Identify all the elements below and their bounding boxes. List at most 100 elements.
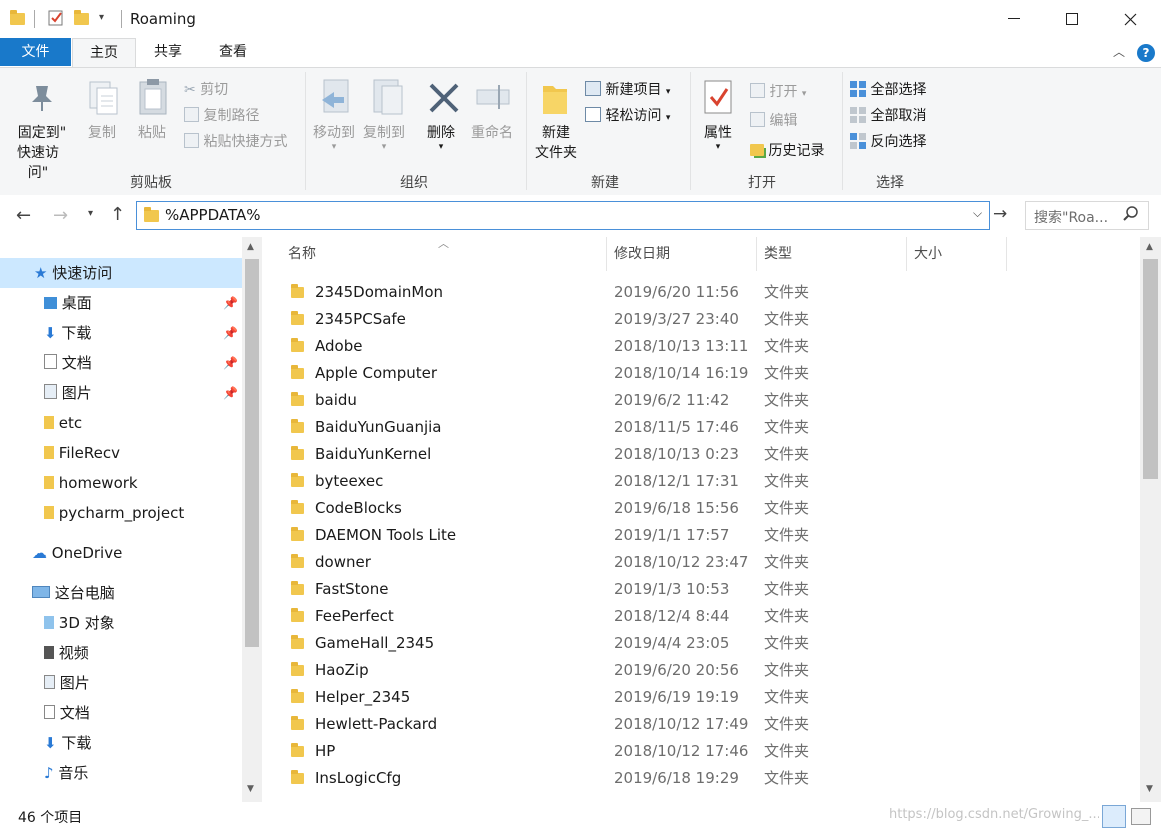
tab-share[interactable]: 共享	[141, 38, 195, 66]
table-row[interactable]: downer 2018/10/12 23:47 文件夹	[287, 549, 1007, 576]
tab-file[interactable]: 文件	[0, 38, 71, 66]
delete-button[interactable]: 删除 ▾	[427, 122, 455, 152]
table-row[interactable]: byteexec 2018/12/1 17:31 文件夹	[287, 468, 1007, 495]
scroll-down-arrow-icon[interactable]: ▼	[247, 784, 254, 794]
table-row[interactable]: HaoZip 2019/6/20 20:56 文件夹	[287, 657, 1007, 684]
copy-to-button[interactable]: 复制到 ▾	[363, 122, 405, 152]
minimize-button[interactable]	[985, 0, 1043, 38]
table-row[interactable]: Adobe 2018/10/13 13:11 文件夹	[287, 333, 1007, 360]
large-icons-view-icon[interactable]	[1131, 808, 1151, 825]
nav-item-music[interactable]: ♪ 音乐	[44, 758, 88, 788]
easy-access-button[interactable]: 轻松访问 ▾	[585, 105, 670, 125]
table-row[interactable]: Hewlett-Packard 2018/10/12 17:49 文件夹	[287, 711, 1007, 738]
new-item-button[interactable]: 新建项目 ▾	[585, 79, 670, 99]
collapse-ribbon-chevron-icon[interactable]: ︿	[1113, 43, 1125, 60]
nav-this-pc[interactable]: 这台电脑	[32, 578, 115, 608]
tab-home[interactable]: 主页	[72, 38, 136, 67]
details-view-icon[interactable]	[1102, 805, 1126, 828]
address-bar[interactable]: %APPDATA% ⌵	[136, 201, 990, 230]
help-icon[interactable]: ?	[1137, 44, 1155, 62]
rename-button[interactable]: 重命名	[471, 122, 513, 142]
scroll-up-arrow-icon[interactable]: ▲	[1146, 242, 1153, 252]
table-row[interactable]: 2345DomainMon 2019/6/20 11:56 文件夹	[287, 279, 1007, 306]
address-dropdown-chevron-icon[interactable]: ⌵	[973, 206, 982, 221]
select-none-button[interactable]: 全部取消	[850, 105, 926, 125]
nav-item-downloads[interactable]: ⬇ 下载	[44, 318, 91, 348]
scroll-up-arrow-icon[interactable]: ▲	[247, 242, 254, 252]
nav-item-etc[interactable]: etc	[44, 408, 82, 438]
cut-button[interactable]: ✂ 剪切	[184, 79, 228, 99]
nav-onedrive[interactable]: ☁ OneDrive	[32, 538, 122, 568]
nav-quick-access[interactable]: ★ 快速访问	[34, 258, 112, 288]
nav-item-pc-documents[interactable]: 文档	[44, 698, 90, 728]
history-button[interactable]: 历史记录	[750, 140, 824, 160]
file-name: Adobe	[315, 337, 363, 355]
nav-item-homework[interactable]: homework	[44, 468, 138, 498]
properties-button[interactable]: 属性 ▾	[704, 122, 732, 152]
forward-arrow-icon[interactable]: →	[53, 205, 68, 226]
up-arrow-icon[interactable]: ↑	[110, 204, 125, 225]
copy-path-button[interactable]: 复制路径	[184, 105, 259, 125]
file-list-scroll-thumb[interactable]	[1143, 259, 1158, 479]
nav-item-filerecv[interactable]: FileRecv	[44, 438, 120, 468]
maximize-button[interactable]	[1043, 0, 1101, 38]
table-row[interactable]: Apple Computer 2018/10/14 16:19 文件夹	[287, 360, 1007, 387]
nav-item-pc-pictures[interactable]: 图片	[44, 668, 90, 698]
search-input[interactable]: 搜索"Roa...	[1025, 201, 1149, 230]
column-header-type[interactable]: 类型	[764, 237, 792, 271]
table-row[interactable]: HP 2018/10/12 17:46 文件夹	[287, 738, 1007, 765]
column-header-size[interactable]: 大小	[914, 237, 942, 271]
copy-button[interactable]: 复制	[88, 122, 116, 142]
table-row[interactable]: Helper_2345 2019/6/19 19:19 文件夹	[287, 684, 1007, 711]
scroll-down-arrow-icon[interactable]: ▼	[1146, 784, 1153, 794]
file-date: 2018/10/12 17:46	[614, 742, 749, 760]
table-row[interactable]: BaiduYunKernel 2018/10/13 0:23 文件夹	[287, 441, 1007, 468]
paste-shortcut-button[interactable]: 粘贴快捷方式	[184, 131, 287, 151]
column-header-name[interactable]: 名称	[288, 237, 316, 271]
new-folder-quick-icon[interactable]	[74, 9, 90, 27]
nav-item-desktop[interactable]: 桌面	[44, 288, 92, 318]
item-count: 46 个项目	[18, 810, 83, 826]
new-folder-button[interactable]: 新建 文件夹	[533, 122, 579, 162]
move-to-button[interactable]: 移动到 ▾	[313, 122, 355, 152]
table-row[interactable]: DAEMON Tools Lite 2019/1/1 17:57 文件夹	[287, 522, 1007, 549]
file-list-scrollbar[interactable]: ▲ ▼	[1140, 237, 1161, 802]
paste-shortcut-icon	[184, 133, 199, 148]
file-date: 2019/6/20 11:56	[614, 283, 739, 301]
table-row[interactable]: BaiduYunGuanjia 2018/11/5 17:46 文件夹	[287, 414, 1007, 441]
pin-icon[interactable]: 📌	[223, 356, 238, 370]
table-row[interactable]: 2345PCSafe 2019/3/27 23:40 文件夹	[287, 306, 1007, 333]
nav-item-pycharm-project[interactable]: pycharm_project	[44, 498, 184, 528]
table-row[interactable]: FastStone 2019/1/3 10:53 文件夹	[287, 576, 1007, 603]
go-arrow-icon[interactable]: →	[993, 204, 1007, 224]
open-button[interactable]: 打开 ▾	[750, 81, 806, 101]
pin-icon[interactable]: 📌	[223, 296, 238, 310]
nav-item-pc-downloads[interactable]: ⬇ 下载	[44, 728, 91, 758]
table-row[interactable]: FeePerfect 2018/12/4 8:44 文件夹	[287, 603, 1007, 630]
pin-icon[interactable]: 📌	[223, 326, 238, 340]
nav-scrollbar[interactable]: ▲ ▼	[242, 237, 262, 802]
pin-icon[interactable]: 📌	[223, 386, 238, 400]
paste-button[interactable]: 粘贴	[138, 122, 166, 142]
pin-to-quick-access-button[interactable]: 固定到" 快速访问"	[17, 122, 67, 182]
nav-item-videos[interactable]: 视频	[44, 638, 89, 668]
invert-selection-button[interactable]: 反向选择	[850, 131, 926, 151]
back-arrow-icon[interactable]: ←	[16, 205, 31, 226]
customize-toolbar-chevron-icon[interactable]: ▾	[99, 12, 115, 30]
table-row[interactable]: baidu 2019/6/2 11:42 文件夹	[287, 387, 1007, 414]
nav-item-3d-objects[interactable]: 3D 对象	[44, 608, 115, 638]
nav-item-pictures[interactable]: 图片	[44, 378, 92, 408]
tab-view[interactable]: 查看	[206, 38, 260, 66]
table-row[interactable]: GameHall_2345 2019/4/4 23:05 文件夹	[287, 630, 1007, 657]
table-row[interactable]: InsLogicCfg 2019/6/18 19:29 文件夹	[287, 765, 1007, 792]
edit-button[interactable]: 编辑	[750, 110, 797, 130]
table-row[interactable]: CodeBlocks 2019/6/18 15:56 文件夹	[287, 495, 1007, 522]
properties-checkbox-icon[interactable]	[48, 9, 64, 27]
nav-item-documents[interactable]: 文档	[44, 348, 92, 378]
column-header-date[interactable]: 修改日期	[614, 237, 670, 271]
search-placeholder: 搜索"Roa...	[1034, 210, 1109, 226]
select-all-button[interactable]: 全部选择	[850, 79, 926, 99]
nav-scroll-thumb[interactable]	[245, 259, 259, 647]
close-button[interactable]	[1101, 0, 1159, 38]
recent-locations-chevron-icon[interactable]: ▾	[88, 208, 93, 219]
